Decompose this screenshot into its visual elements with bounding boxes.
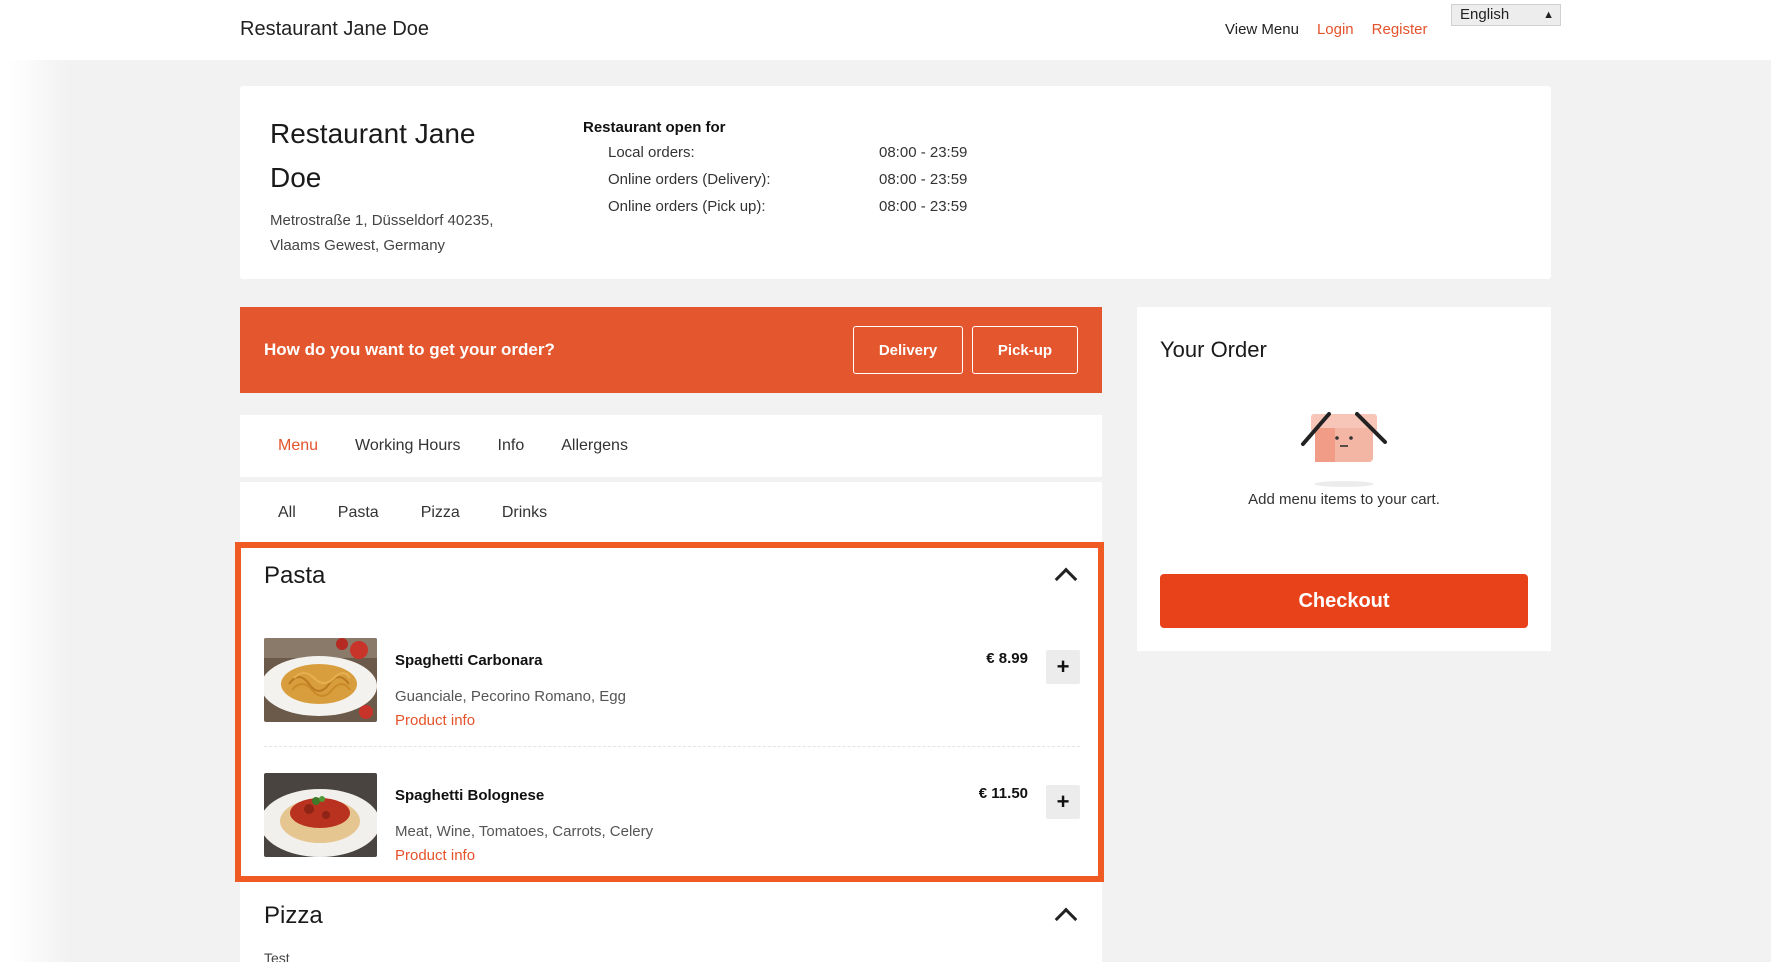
order-title: Your Order (1160, 337, 1267, 362)
product-info-link[interactable]: Product info (395, 847, 475, 864)
tab-allergens[interactable]: Allergens (561, 437, 628, 455)
language-select[interactable]: English ▲ (1451, 4, 1561, 26)
select-arrows-icon: ▲ (1543, 9, 1554, 21)
pasta-section: Pasta Spaghetti Carbonara Guanciale, Pec… (240, 546, 1102, 876)
checkout-button[interactable]: Checkout (1160, 574, 1528, 628)
add-to-cart-button[interactable]: + (1046, 785, 1080, 819)
menu-item: Spaghetti Carbonara Guanciale, Pecorino … (264, 638, 1080, 738)
category-drinks[interactable]: Drinks (502, 504, 547, 522)
hours-time: 08:00 - 23:59 (879, 198, 968, 215)
restaurant-address: Metrostraße 1, Düsseldorf 40235, Vlaams … (270, 208, 540, 258)
section-title-pizza: Pizza (264, 902, 323, 929)
login-link[interactable]: Login (1317, 21, 1354, 38)
chevron-up-icon[interactable] (1054, 907, 1078, 931)
item-description: Meat, Wine, Tomatoes, Carrots, Celery (395, 823, 654, 840)
order-sidebar: Your Order Add menu items to your cart. … (1137, 307, 1551, 651)
nav-links: View Menu Login Register (1225, 21, 1428, 38)
hours-list: Local orders: 08:00 - 23:59 Online order… (608, 144, 967, 225)
category-pizza[interactable]: Pizza (421, 504, 460, 522)
empty-cart-message: Add menu items to your cart. (1248, 491, 1440, 508)
menu-tabs: Menu Working Hours Info Allergens (278, 437, 665, 455)
address-line-1: Metrostraße 1, Düsseldorf 40235, (270, 212, 494, 229)
restaurant-name: Restaurant Jane Doe (270, 118, 476, 193)
food-image (264, 773, 377, 857)
menu-item: Spaghetti Bolognese Meat, Wine, Tomatoes… (264, 773, 1080, 873)
category-filter-card: All Pasta Pizza Drinks (240, 482, 1102, 542)
tab-info[interactable]: Info (498, 437, 525, 455)
hours-label: Online orders (Delivery): (608, 171, 771, 188)
section-description: Test (264, 950, 290, 962)
item-price: € 11.50 (978, 785, 1028, 802)
hours-label: Local orders: (608, 144, 695, 161)
address-line-2: Vlaams Gewest, Germany (270, 237, 446, 254)
top-navbar: Restaurant Jane Doe View Menu Login Regi… (9, 0, 1771, 60)
order-type-banner: How do you want to get your order? Deliv… (240, 307, 1102, 393)
item-name: Spaghetti Carbonara (395, 652, 543, 669)
hours-time: 08:00 - 23:59 (879, 144, 968, 161)
tab-working-hours[interactable]: Working Hours (355, 437, 461, 455)
hours-row: Online orders (Delivery): 08:00 - 23:59 (608, 171, 967, 198)
hours-time: 08:00 - 23:59 (879, 171, 968, 188)
category-filters: All Pasta Pizza Drinks (278, 504, 589, 522)
open-hours-title: Restaurant open for (583, 119, 726, 136)
item-divider (264, 746, 1080, 747)
brand-title[interactable]: Restaurant Jane Doe (240, 18, 429, 41)
order-type-question: How do you want to get your order? (264, 340, 555, 359)
hours-label: Online orders (Pick up): (608, 198, 766, 215)
chevron-up-icon[interactable] (1054, 567, 1078, 591)
food-image (264, 638, 377, 722)
item-name: Spaghetti Bolognese (395, 787, 545, 804)
restaurant-info-card: Restaurant Jane Doe Metrostraße 1, Düsse… (240, 86, 1551, 279)
empty-basket-icon (1297, 402, 1391, 492)
menu-tabs-card: Menu Working Hours Info Allergens (240, 415, 1102, 477)
hours-row: Local orders: 08:00 - 23:59 (608, 144, 967, 171)
delivery-button[interactable]: Delivery (853, 326, 963, 374)
add-to-cart-button[interactable]: + (1046, 650, 1080, 684)
category-pasta[interactable]: Pasta (338, 504, 379, 522)
view-menu-link[interactable]: View Menu (1225, 21, 1299, 38)
tab-menu[interactable]: Menu (278, 437, 318, 455)
item-price: € 8.99 (986, 650, 1028, 667)
item-description: Guanciale, Pecorino Romano, Egg (395, 688, 626, 705)
language-value: English (1460, 6, 1510, 23)
product-info-link[interactable]: Product info (395, 712, 475, 729)
section-title-pasta: Pasta (264, 562, 326, 589)
hours-row: Online orders (Pick up): 08:00 - 23:59 (608, 198, 967, 225)
pizza-section: Pizza Test (240, 882, 1102, 962)
category-all[interactable]: All (278, 504, 296, 522)
register-link[interactable]: Register (1372, 21, 1428, 38)
pickup-button[interactable]: Pick-up (972, 326, 1078, 374)
